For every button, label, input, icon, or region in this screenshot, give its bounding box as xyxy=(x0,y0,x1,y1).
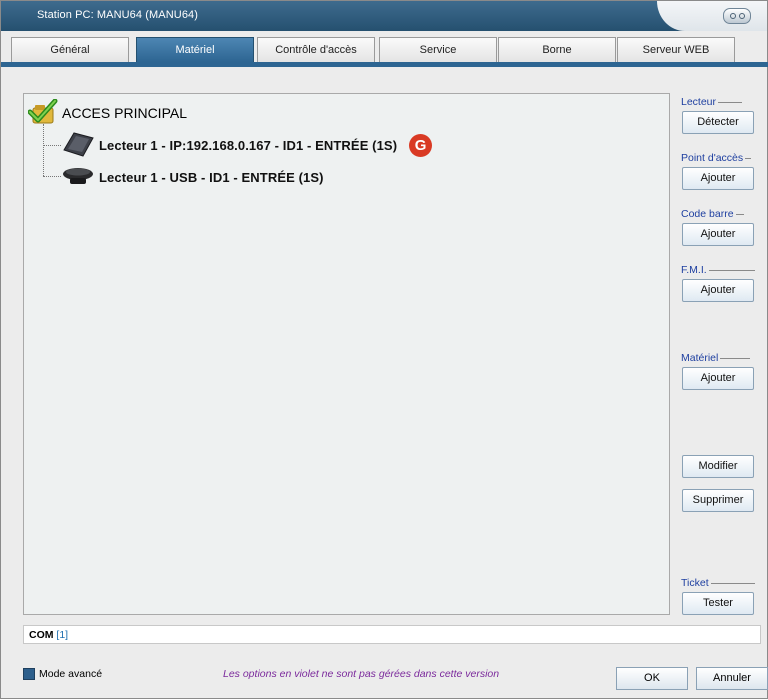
ok-button[interactable]: OK xyxy=(616,667,688,690)
section-label-fmi: F.M.I. xyxy=(681,264,707,276)
tab-borne[interactable]: Borne xyxy=(498,37,616,62)
section-label-materiel: Matériel xyxy=(681,352,719,364)
tab-service[interactable]: Service xyxy=(379,37,497,62)
network-reader-icon xyxy=(61,130,95,161)
tree-node-label: Lecteur 1 - IP:192.168.0.167 - ID1 - ENT… xyxy=(99,137,398,153)
ajouter-point-acces-button[interactable]: Ajouter xyxy=(682,167,754,190)
station-pc-window: Station PC: MANU64 (MANU64) Général Maté… xyxy=(0,0,768,699)
title-bar: Station PC: MANU64 (MANU64) xyxy=(1,1,767,31)
detecter-button[interactable]: Détecter xyxy=(682,111,754,134)
section-code-barre: Code barre Ajouter xyxy=(681,208,754,246)
section-label-point-acces: Point d'accès xyxy=(681,152,744,164)
tree-root-node[interactable]: ACCES PRINCIPAL xyxy=(27,98,187,127)
device-tree[interactable]: ACCES PRINCIPAL Lecteur 1 - IP:192.168.0… xyxy=(23,93,670,615)
ajouter-code-barre-button[interactable]: Ajouter xyxy=(682,223,754,246)
modifier-button[interactable]: Modifier xyxy=(682,455,754,478)
version-notice: Les options en violet ne sont pas gérées… xyxy=(223,668,500,680)
section-label-lecteur: Lecteur xyxy=(681,96,717,108)
tab-serveur-web[interactable]: Serveur WEB xyxy=(617,37,735,62)
com-label: COM xyxy=(29,629,54,641)
tree-root-label: ACCES PRINCIPAL xyxy=(62,105,187,121)
tree-connector xyxy=(43,145,61,146)
com-value: [1] xyxy=(56,629,69,641)
mode-avance-toggle[interactable]: Mode avancé xyxy=(23,668,102,680)
tree-connector xyxy=(43,124,44,176)
mode-avance-label: Mode avancé xyxy=(39,668,103,680)
tree-node-ip-reader[interactable]: Lecteur 1 - IP:192.168.0.167 - ID1 - ENT… xyxy=(61,130,433,161)
section-label-ticket: Ticket xyxy=(681,577,709,589)
window-controls-icon[interactable] xyxy=(723,8,751,24)
section-lecteur: Lecteur Détecter xyxy=(681,96,754,134)
usb-reader-icon xyxy=(61,162,95,193)
com-status-bar: COM [1] xyxy=(23,625,761,644)
supprimer-button[interactable]: Supprimer xyxy=(682,489,754,512)
section-fmi: F.M.I. Ajouter xyxy=(681,264,755,302)
section-edit: Modifier Supprimer xyxy=(681,455,754,512)
section-ticket: Ticket Tester xyxy=(681,577,755,615)
tab-general[interactable]: Général xyxy=(11,37,129,62)
footer-bar: Mode avancé Les options en violet ne son… xyxy=(1,653,768,700)
window-title: Station PC: MANU64 (MANU64) xyxy=(37,9,199,21)
tree-connector xyxy=(43,176,61,177)
tester-button[interactable]: Tester xyxy=(682,592,754,615)
ajouter-materiel-button[interactable]: Ajouter xyxy=(682,367,754,390)
tab-bar: Général Matériel Contrôle d'accès Servic… xyxy=(11,37,761,62)
tree-node-label: Lecteur 1 - USB - ID1 - ENTRÉE (1S) xyxy=(99,169,324,185)
tab-materiel[interactable]: Matériel xyxy=(136,37,254,62)
ajouter-fmi-button[interactable]: Ajouter xyxy=(682,279,754,302)
tree-node-usb-reader[interactable]: Lecteur 1 - USB - ID1 - ENTRÉE (1S) xyxy=(61,163,324,191)
g-badge-icon: G xyxy=(409,133,433,157)
tab-controle-acces[interactable]: Contrôle d'accès xyxy=(257,37,375,62)
tab-underline xyxy=(1,62,768,67)
title-bar-right xyxy=(657,1,767,31)
section-materiel: Matériel Ajouter xyxy=(681,352,754,390)
mode-avance-checkbox[interactable] xyxy=(23,668,35,680)
annuler-button[interactable]: Annuler xyxy=(696,667,768,690)
section-point-acces: Point d'accès Ajouter xyxy=(681,152,754,190)
section-label-code-barre: Code barre xyxy=(681,208,734,220)
